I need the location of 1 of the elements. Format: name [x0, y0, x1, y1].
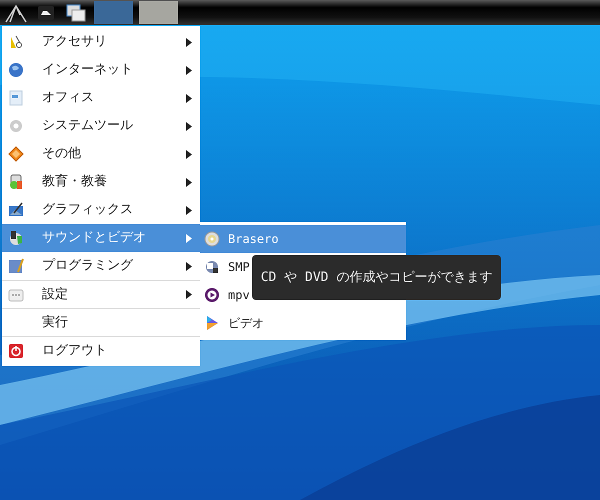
- tooltip: CD や DVD の作成やコピーができます: [252, 255, 501, 300]
